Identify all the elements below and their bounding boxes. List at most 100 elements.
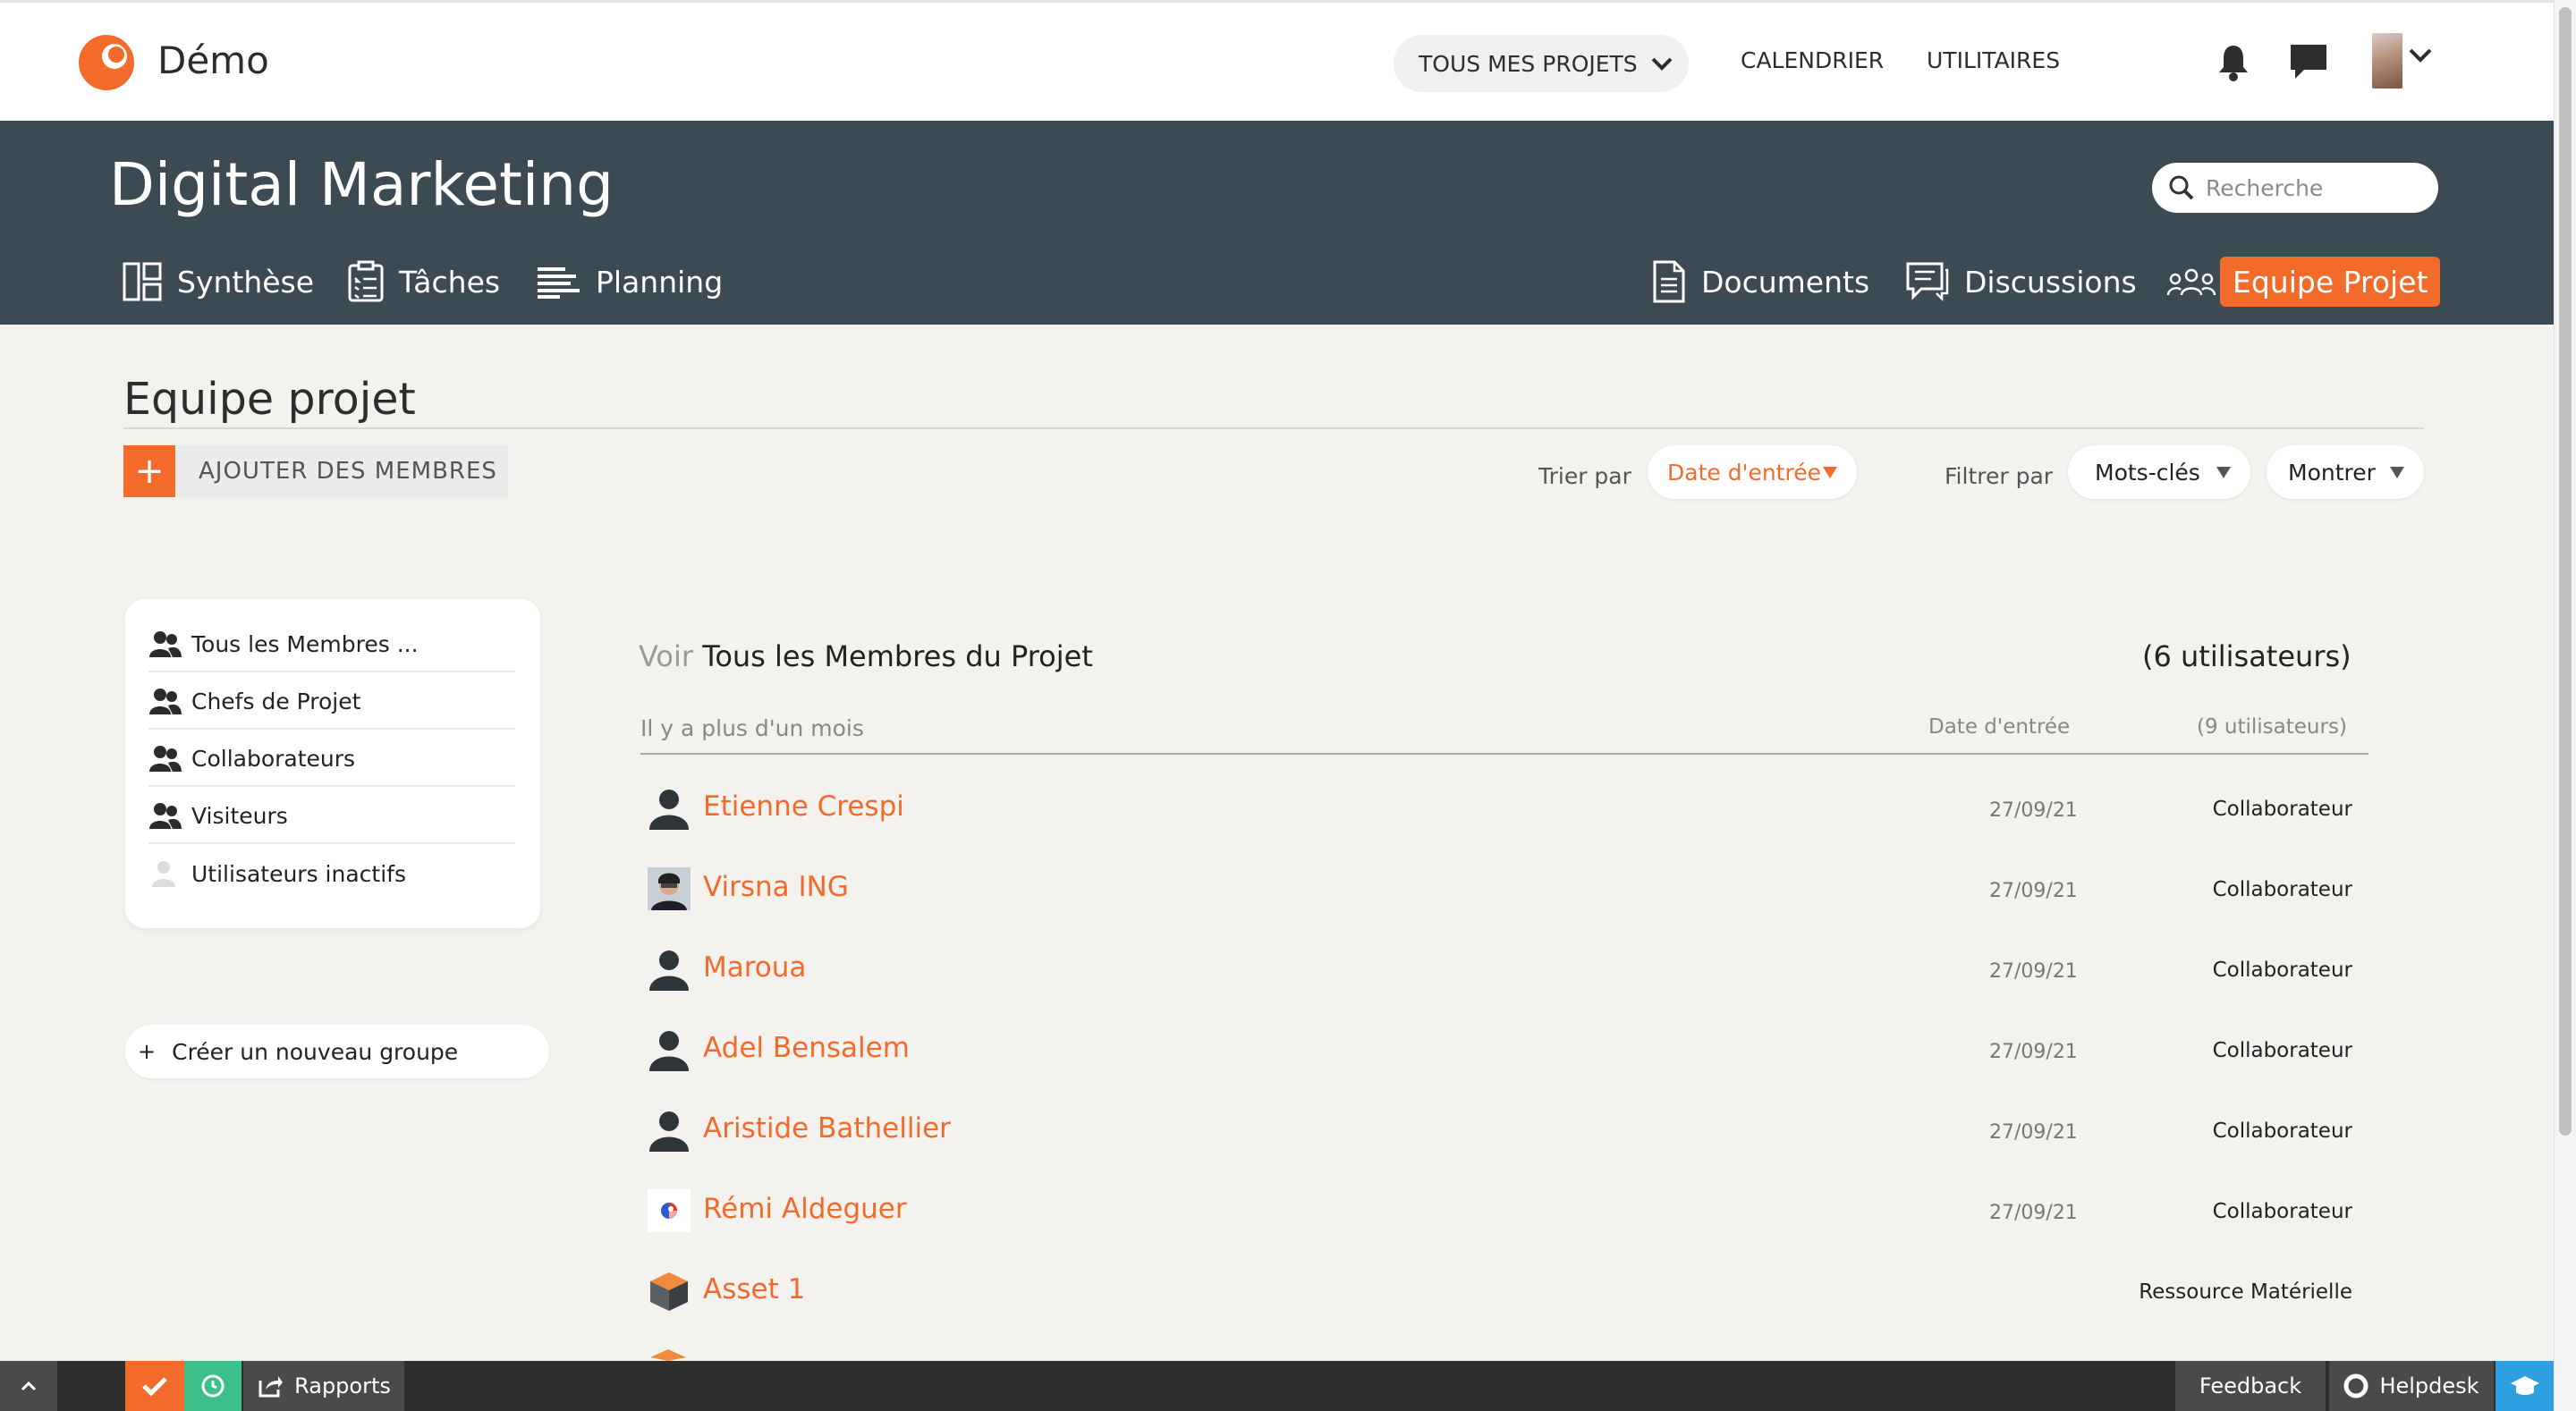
reports-label: Rapports xyxy=(294,1373,391,1398)
member-name[interactable]: Asset 1 xyxy=(703,1273,805,1305)
tasks-quick-button[interactable] xyxy=(125,1361,184,1411)
user-photo xyxy=(648,867,691,910)
academy-button[interactable] xyxy=(2496,1361,2554,1411)
member-date: 27/09/21 xyxy=(1989,799,2078,822)
member-row[interactable]: Rémi Aldeguer 27/09/21 Collaborateur xyxy=(640,1180,2352,1243)
add-members-label: AJOUTER DES MEMBRES xyxy=(199,458,497,485)
share-icon xyxy=(258,1376,284,1398)
tab-discussions[interactable]: Discussions xyxy=(1905,257,2137,307)
bottom-toolbar: Rapports Feedback Helpdesk xyxy=(0,1361,2554,1411)
member-name[interactable]: Etienne Crespi xyxy=(703,790,904,823)
member-name[interactable]: Aristide Bathellier xyxy=(703,1112,951,1145)
divider xyxy=(123,427,2424,429)
tab-planning[interactable]: Planning xyxy=(535,257,723,307)
sidebar-item-collaborators[interactable]: Collaborateurs xyxy=(148,731,515,787)
member-date: 27/09/21 xyxy=(1989,880,2078,902)
caret-down-icon xyxy=(2216,467,2231,478)
column-header-date[interactable]: Date d'entrée xyxy=(1928,715,2070,739)
chevron-down-icon[interactable] xyxy=(2408,47,2433,63)
members-heading: Voir Tous les Membres du Projet xyxy=(639,639,1093,673)
search-placeholder: Recherche xyxy=(2206,174,2324,201)
sidebar-item-inactive-users[interactable]: Utilisateurs inactifs xyxy=(148,846,515,901)
member-date: 27/09/21 xyxy=(1989,1121,2078,1144)
voir-label: Voir xyxy=(639,639,694,673)
tab-documents[interactable]: Documents xyxy=(1651,257,1869,307)
helpdesk-button[interactable]: Helpdesk xyxy=(2329,1361,2494,1411)
layout-icon xyxy=(123,262,162,301)
member-name[interactable]: Maroua xyxy=(703,951,806,984)
member-row[interactable]: Virsna ING 27/09/21 Collaborateur xyxy=(640,858,2352,921)
logo-avatar xyxy=(648,1189,691,1232)
members-count: (6 utilisateurs) xyxy=(2142,639,2351,673)
default-user-icon xyxy=(649,951,689,991)
members-heading-label: Tous les Membres du Projet xyxy=(702,639,1093,673)
member-row[interactable]: Asset 1 Ressource Matérielle xyxy=(640,1261,2352,1323)
chevron-down-icon xyxy=(1651,57,1673,71)
logo-icon[interactable] xyxy=(77,33,136,92)
graduation-cap-icon xyxy=(2510,1376,2539,1395)
user-avatar[interactable] xyxy=(2372,33,2402,89)
member-row[interactable]: Etienne Crespi 27/09/21 Collaborateur xyxy=(640,778,2352,841)
tab-taches[interactable]: Tâches xyxy=(347,257,500,307)
search-icon xyxy=(2169,175,2194,200)
keywords-dropdown[interactable]: Mots-clés xyxy=(2068,445,2250,499)
default-user-icon xyxy=(649,1111,689,1152)
sidebar-item-visitors[interactable]: Visiteurs xyxy=(148,789,515,844)
member-name[interactable]: Adel Bensalem xyxy=(703,1032,910,1064)
bell-icon[interactable] xyxy=(2216,42,2250,81)
tab-label: Synthèse xyxy=(177,264,315,300)
member-role: Collaborateur xyxy=(2212,798,2352,821)
nav-utilities[interactable]: UTILITAIRES xyxy=(1927,47,2060,73)
member-role: Ressource Matérielle xyxy=(2139,1280,2352,1304)
app-brand[interactable]: Démo xyxy=(157,38,269,82)
member-date: 27/09/21 xyxy=(1989,1202,2078,1224)
tab-label: Planning xyxy=(596,264,724,300)
group-icon xyxy=(149,689,182,714)
team-icon xyxy=(2166,268,2216,296)
all-projects-button[interactable]: TOUS MES PROJETS xyxy=(1394,35,1689,92)
lifebuoy-icon xyxy=(2343,1373,2368,1398)
add-members-button[interactable]: + AJOUTER DES MEMBRES xyxy=(123,445,508,497)
member-name[interactable]: Virsna ING xyxy=(703,871,849,903)
all-projects-label: TOUS MES PROJETS xyxy=(1419,50,1638,77)
discussion-icon xyxy=(1906,262,1949,302)
timer-quick-button[interactable] xyxy=(184,1361,242,1411)
scrollbar-thumb[interactable] xyxy=(2559,7,2572,1136)
create-group-label: Créer un nouveau groupe xyxy=(172,1038,459,1065)
tab-equipe-projet[interactable]: Equipe Projet xyxy=(2220,257,2441,307)
sidebar-item-label: Visiteurs xyxy=(191,802,288,829)
show-dropdown[interactable]: Montrer xyxy=(2267,445,2424,499)
tab-label: Documents xyxy=(1701,264,1870,300)
sidebar-item-label: Utilisateurs inactifs xyxy=(191,860,406,887)
member-role: Collaborateur xyxy=(2212,959,2352,982)
member-date: 27/09/21 xyxy=(1989,1041,2078,1063)
helpdesk-label: Helpdesk xyxy=(2379,1373,2479,1398)
member-role: Collaborateur xyxy=(2212,1200,2352,1223)
chat-icon[interactable] xyxy=(2288,42,2329,81)
filter-label: Filtrer par xyxy=(1945,463,2054,489)
sidebar-item-all-members[interactable]: Tous les Membres ... xyxy=(148,617,515,672)
member-name[interactable]: Rémi Aldeguer xyxy=(703,1193,907,1225)
sidebar-item-label: Chefs de Projet xyxy=(191,688,361,714)
member-row[interactable]: Adel Bensalem 27/09/21 Collaborateur xyxy=(640,1019,2352,1082)
member-row[interactable]: Aristide Bathellier 27/09/21 Collaborate… xyxy=(640,1100,2352,1162)
project-title: Digital Marketing xyxy=(109,150,614,219)
caret-down-icon xyxy=(2390,467,2404,478)
tab-synthese[interactable]: Synthèse xyxy=(122,257,314,307)
page-title: Equipe projet xyxy=(123,374,416,425)
feedback-button[interactable]: Feedback xyxy=(2175,1361,2326,1411)
sidebar-item-label: Tous les Membres ... xyxy=(191,630,419,657)
check-icon xyxy=(142,1377,167,1397)
sidebar-item-project-managers[interactable]: Chefs de Projet xyxy=(148,674,515,730)
group-icon xyxy=(149,746,182,772)
collapse-toolbar-button[interactable] xyxy=(0,1361,57,1411)
nav-calendar[interactable]: CALENDRIER xyxy=(1741,47,1884,73)
create-group-button[interactable]: + Créer un nouveau groupe xyxy=(125,1025,549,1078)
member-row[interactable]: Maroua 27/09/21 Collaborateur xyxy=(640,939,2352,1001)
group-label: Il y a plus d'un mois xyxy=(640,715,864,741)
reports-button[interactable]: Rapports xyxy=(243,1361,404,1411)
feedback-label: Feedback xyxy=(2199,1373,2302,1398)
group-icon xyxy=(149,631,182,657)
sort-dropdown[interactable]: Date d'entrée xyxy=(1648,445,1857,499)
search-input[interactable]: Recherche xyxy=(2152,163,2438,213)
